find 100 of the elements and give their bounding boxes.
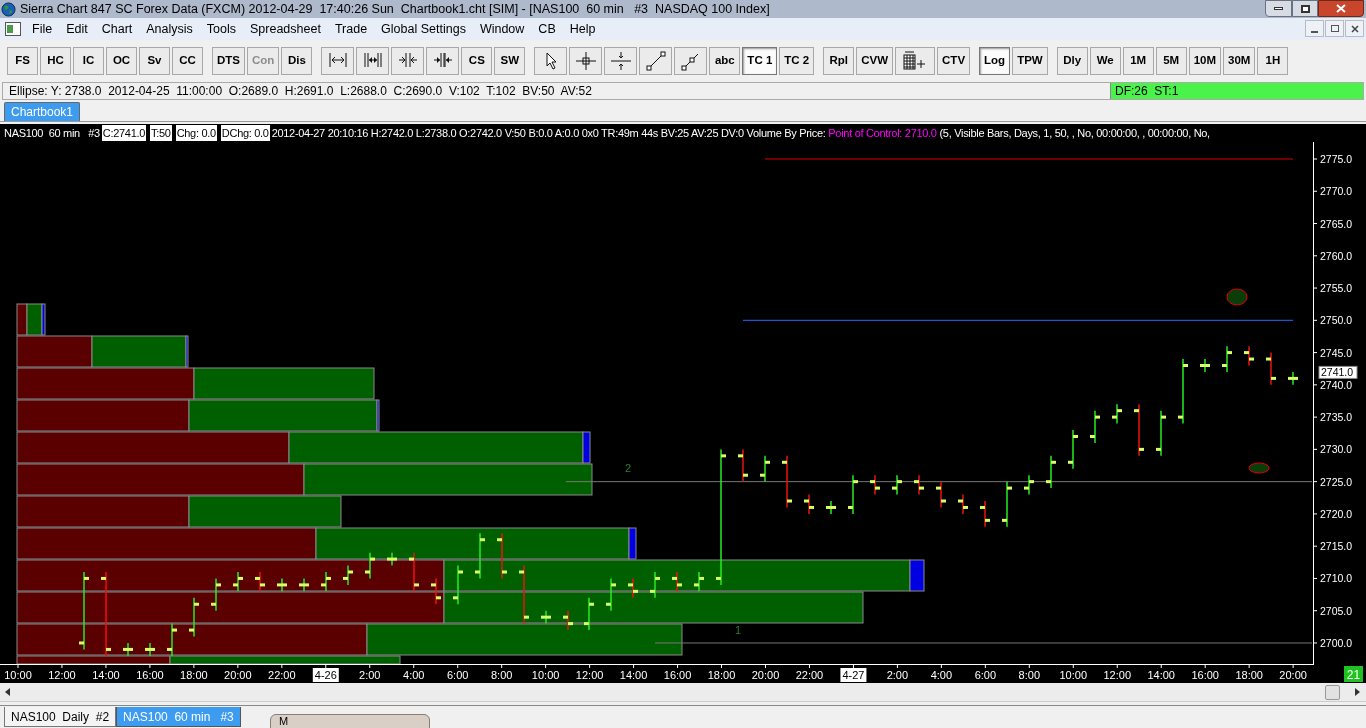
date-label: 4-27	[840, 668, 867, 682]
minimized-window[interactable]: M	[270, 714, 430, 728]
toolbar-button[interactable]: 30M	[1223, 47, 1256, 75]
toolbar-button[interactable]: CVW	[856, 47, 894, 75]
menu-item[interactable]: CB	[531, 19, 563, 39]
toolbar-button[interactable]	[569, 47, 603, 75]
time-label: 6:00	[447, 669, 469, 681]
toolbar-button[interactable]: Dis	[281, 47, 313, 75]
toolbar-button[interactable]	[895, 47, 936, 75]
window-title: M	[279, 715, 289, 727]
time-label: 18:00	[1235, 669, 1263, 681]
chart-value-label: DChg: 0.0	[220, 124, 270, 142]
line-label: 2	[624, 462, 632, 474]
toolbar-button[interactable]: HC	[40, 47, 71, 75]
toolbar-button[interactable]: TC 1	[742, 47, 778, 75]
price-label: 2765.0	[1320, 217, 1353, 230]
toolbar-button[interactable]: abc	[709, 47, 741, 75]
time-label: 14:00	[92, 669, 120, 681]
menu-item[interactable]: File	[25, 19, 60, 39]
menu-item[interactable]: Edit	[59, 19, 95, 39]
close-button[interactable]	[1318, 0, 1364, 17]
toolbar-button[interactable]: OC	[106, 47, 137, 75]
toolbar-button[interactable]: We	[1089, 47, 1121, 75]
scrollbar-thumb[interactable]	[1325, 684, 1340, 700]
chart-value-label: Point of Control: 2710.0	[828, 125, 937, 141]
menu-item[interactable]: Tools	[199, 19, 243, 39]
chart-value-label: Chg: 0.0	[175, 124, 217, 142]
chart-tab[interactable]: NAS100 Daily #2	[4, 707, 117, 727]
mdi-minimize-button[interactable]	[1305, 20, 1324, 37]
toolbar-button[interactable]: FS	[7, 47, 38, 75]
line-label: 1	[734, 624, 742, 636]
time-label: 10:00	[1059, 669, 1088, 681]
toolbar-button[interactable]: TPW	[1012, 47, 1048, 75]
toolbar-button[interactable]: Rpl	[823, 47, 855, 75]
toolbar-button[interactable]: 1H	[1257, 47, 1289, 75]
status-text: Ellipse: Y: 2738.0 2012-04-25 11:00:00 O:2689.0 H:2691.0 L:2688.0 C:2690.0 V:102 T:102 BV:50 AV:52	[8, 83, 593, 99]
time-label: 12:00	[48, 669, 76, 681]
restore-button[interactable]	[1292, 0, 1318, 17]
time-label: 16:00	[1191, 669, 1219, 681]
toolbar-button[interactable]: Dly	[1056, 47, 1088, 75]
toolbar-button[interactable]: 10M	[1188, 47, 1222, 75]
close-icon	[1350, 24, 1359, 33]
toolbar-button[interactable]: 1M	[1122, 47, 1154, 75]
toolbar-button[interactable]: CTV	[937, 47, 971, 75]
toolbar-button[interactable]: DTS	[212, 47, 245, 75]
toolbar-button[interactable]	[356, 47, 390, 75]
menu-item[interactable]: Chart	[94, 19, 140, 39]
price-label: 2760.0	[1320, 249, 1353, 262]
price-label: 2735.0	[1320, 411, 1353, 424]
toolbar-button[interactable]: CC	[172, 47, 203, 75]
time-label: 6:00	[974, 669, 997, 681]
toolbar-button[interactable]	[534, 47, 568, 75]
left-arrow-icon	[4, 688, 10, 696]
close-icon	[1336, 4, 1346, 13]
menu-item[interactable]: Spreadsheet	[243, 19, 328, 39]
time-label: 8:00	[1018, 669, 1040, 681]
time-label: 22:00	[795, 669, 824, 681]
time-label: 18:00	[707, 669, 736, 681]
time-label: 12:00	[1103, 669, 1131, 681]
menu-item[interactable]: Help	[562, 19, 603, 39]
price-label: 2730.0	[1320, 443, 1353, 456]
right-arrow-icon	[1354, 688, 1360, 696]
toolbar-button[interactable]: TC 2	[779, 47, 815, 75]
price-label: 2705.0	[1320, 604, 1353, 617]
toolbar-button[interactable]: 5M	[1155, 47, 1187, 75]
feed-status: DF:26 ST:1	[1110, 83, 1363, 99]
menu-item[interactable]: Analysis	[139, 19, 200, 39]
price-label: 2710.0	[1320, 572, 1353, 585]
time-label: 14:00	[619, 669, 648, 681]
menu-item[interactable]: Window	[472, 19, 532, 39]
mdi-close-button[interactable]	[1345, 20, 1364, 37]
date-label: 4-26	[312, 668, 339, 682]
menu-item[interactable]: Global Settings	[374, 19, 473, 39]
time-label: 14:00	[1147, 669, 1175, 681]
time-label: 2:00	[886, 669, 909, 681]
time-label: 20:00	[224, 669, 252, 681]
time-label: 10:00	[4, 669, 32, 681]
ray-tool-icon	[680, 51, 701, 71]
time-label: 2:00	[359, 669, 381, 681]
time-label: 8:00	[490, 669, 513, 681]
toolbar-button[interactable]: CS	[461, 47, 493, 75]
crosshair-arrows-icon	[610, 51, 631, 71]
minimize-button[interactable]	[1265, 0, 1292, 17]
price-label: 2745.0	[1320, 346, 1353, 359]
toolbar-button[interactable]: Sv	[139, 47, 170, 75]
chart-info-text: (5, Visible Bars, Days, 1, 50, , No, 00:00:00, , 00:00:00, No,	[938, 125, 1210, 141]
mdi-restore-button[interactable]	[1325, 20, 1344, 37]
crosshair-icon	[575, 51, 596, 71]
toolbar-button[interactable]: IC	[73, 47, 104, 75]
window-title: Sierra Chart 847 SC Forex Data (FXCM) 2012-04-29 17:40:26 Sun Chartbook1.cht [SIM] - [NAS100 60 min #3 NASDAQ 100 Index]	[20, 0, 770, 18]
price-label: 2750.0	[1320, 314, 1353, 327]
globe-icon	[1, 1, 16, 17]
toolbar-button[interactable]: SW	[494, 47, 526, 75]
time-label: 18:00	[180, 669, 208, 681]
toolbar-button[interactable]	[426, 47, 460, 75]
time-label: 10:00	[531, 669, 560, 681]
toolbar-button[interactable]: Log	[979, 47, 1011, 75]
time-label: 20:00	[751, 669, 780, 681]
menu-item[interactable]: Trade	[327, 19, 375, 39]
time-label: 16:00	[136, 669, 164, 681]
